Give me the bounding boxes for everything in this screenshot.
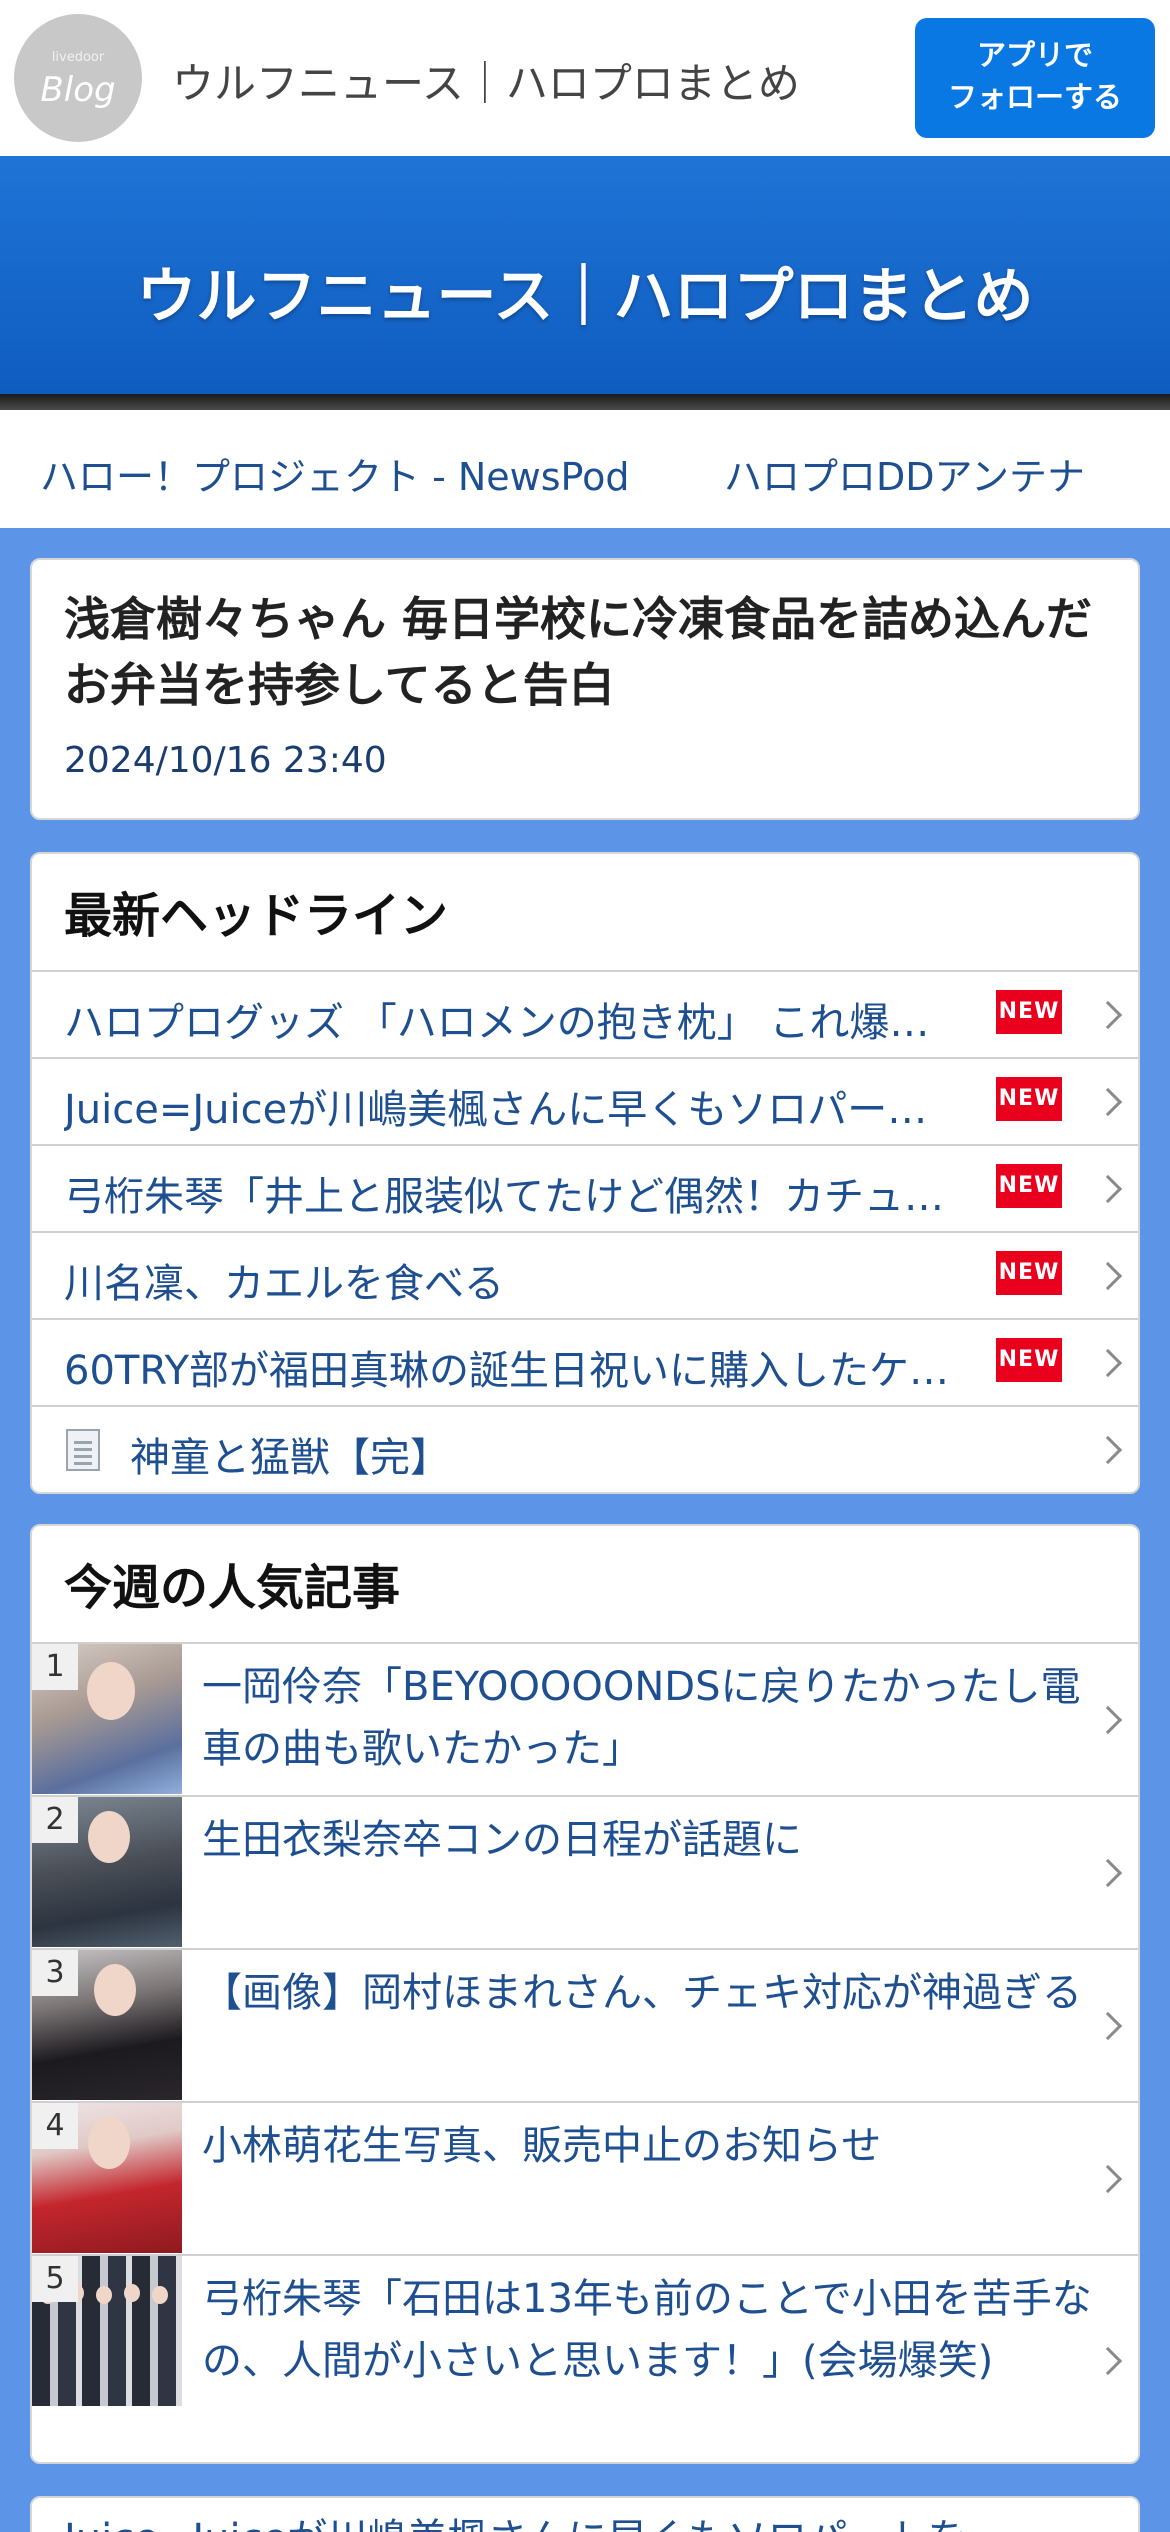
blog-header-banner[interactable]: ウルフニュース｜ハロプロまとめ [0,156,1170,394]
rank-badge: 2 [32,1797,78,1843]
banner-divider [0,394,1170,410]
popular-item[interactable]: 4 小林萌花生写真、販売中止のお知らせ [32,2101,1138,2254]
article-header-card: 浅倉樹々ちゃん 毎日学校に冷凍食品を詰め込んだお弁当を持参してると告白 2024… [30,558,1140,820]
chevron-right-icon [1093,1348,1123,1377]
chevron-right-icon [1093,1261,1123,1290]
headline-item[interactable]: 弓桁朱琴「井上と服装似てたけど偶然！カチュ… NEW [32,1144,1138,1231]
follow-button-line1: アプリで [976,38,1093,72]
headline-item[interactable]: 60TRY部が福田真琳の誕生日祝いに購入したケ… NEW [32,1318,1138,1405]
popular-item[interactable]: 3 【画像】岡村ほまれさん、チェキ対応が神過ぎる [32,1948,1138,2101]
new-badge: NEW [996,1164,1062,1208]
headline-title: 60TRY部が福田真琳の誕生日祝いに購入したケ… [64,1348,949,1394]
popular-item-title: 弓桁朱琴「石田は13年も前のことで小田を苦手なの、人間が小さいと思います！」(会… [202,2276,1092,2384]
chevron-right-icon [1093,1000,1123,1029]
headline-item[interactable]: Juice=Juiceが川嶋美楓さんに早くもソロパー… NEW [32,1057,1138,1144]
weekly-popular-card: 今週の人気記事 1 一岡伶奈「BEYOOOOONDSに戻りたかったし電車の曲も歌… [30,1524,1140,2464]
headline-title: Juice=Juiceが川嶋美楓さんに早くもソロパー… [64,1087,928,1133]
next-article-card[interactable]: Juice=Juiceが川嶋美楓さんに早くもソロパートを [30,2496,1140,2532]
latest-headlines-heading: 最新ヘッドライン [64,888,449,944]
popular-item[interactable]: 1 一岡伶奈「BEYOOOOONDSに戻りたかったし電車の曲も歌いたかった」 [32,1642,1138,1795]
headline-item[interactable]: 神童と猛獣【完】 [32,1405,1138,1492]
headline-title: 弓桁朱琴「井上と服装似てたけど偶然！カチュ… [64,1174,944,1220]
follow-button-line2: フォローする [947,80,1122,114]
blog-header-title: ウルフニュース｜ハロプロまとめ [136,262,1034,332]
logo-big-text: Blog [40,70,116,110]
new-badge: NEW [996,990,1062,1034]
popular-item[interactable]: 5 弓桁朱琴「石田は13年も前のことで小田を苦手なの、人間が小さいと思います！」… [32,2254,1138,2462]
follow-in-app-button[interactable]: アプリで フォローする [915,18,1155,138]
new-badge: NEW [996,1251,1062,1295]
chevron-right-icon [1093,1435,1123,1464]
new-badge: NEW [996,1077,1062,1121]
headline-item[interactable]: 川名凜、カエルを食べる NEW [32,1231,1138,1318]
link-dd-antenna[interactable]: ハロプロDDアンテナ [724,446,1085,501]
weekly-popular-heading: 今週の人気記事 [64,1560,401,1616]
popular-item-title: 一岡伶奈「BEYOOOOONDSに戻りたかったし電車の曲も歌いたかった」 [202,1664,1081,1772]
rank-badge: 1 [32,1644,78,1690]
article-title: 浅倉樹々ちゃん 毎日学校に冷凍食品を詰め込んだお弁当を持参してると告白 [64,592,1093,712]
popular-item-title: 生田衣梨奈卒コンの日程が話題に [202,1817,802,1863]
chevron-right-icon [1093,1174,1123,1203]
chevron-right-icon [1093,1087,1123,1116]
link-newspod[interactable]: ハロー！プロジェクト - NewsPod [40,446,629,501]
rank-badge: 4 [32,2103,78,2149]
popular-item-title: 【画像】岡村ほまれさん、チェキ対応が神過ぎる [202,1970,1082,2016]
popular-item[interactable]: 2 生田衣梨奈卒コンの日程が話題に [32,1795,1138,1948]
headline-item[interactable]: ハロプログッズ 「ハロメンの抱き枕」 これ爆… NEW [32,970,1138,1057]
headline-title: 神童と猛獣【完】 [130,1435,450,1481]
next-article-title: Juice=Juiceが川嶋美楓さんに早くもソロパートを [64,2508,1104,2532]
logo-small-text: livedoor [51,50,105,65]
site-title[interactable]: ウルフニュース｜ハロプロまとめ [172,50,800,111]
livedoor-blog-logo[interactable]: livedoor Blog [14,14,142,142]
partner-link-bar: ハロー！プロジェクト - NewsPod ハロプロDDアンテナ [0,410,1170,528]
rank-badge: 3 [32,1950,78,1996]
document-icon [66,1429,100,1471]
headline-title: 川名凜、カエルを食べる [64,1261,504,1307]
new-badge: NEW [996,1338,1062,1382]
article-date: 2024/10/16 23:40 [64,740,387,781]
popular-item-title: 小林萌花生写真、販売中止のお知らせ [202,2123,882,2169]
latest-headlines-card: 最新ヘッドライン ハロプログッズ 「ハロメンの抱き枕」 これ爆… NEW Jui… [30,852,1140,1494]
headline-title: ハロプログッズ 「ハロメンの抱き枕」 これ爆… [64,1000,930,1046]
top-bar: livedoor Blog ウルフニュース｜ハロプロまとめ アプリで フォローす… [0,0,1170,156]
rank-badge: 5 [32,2256,78,2302]
